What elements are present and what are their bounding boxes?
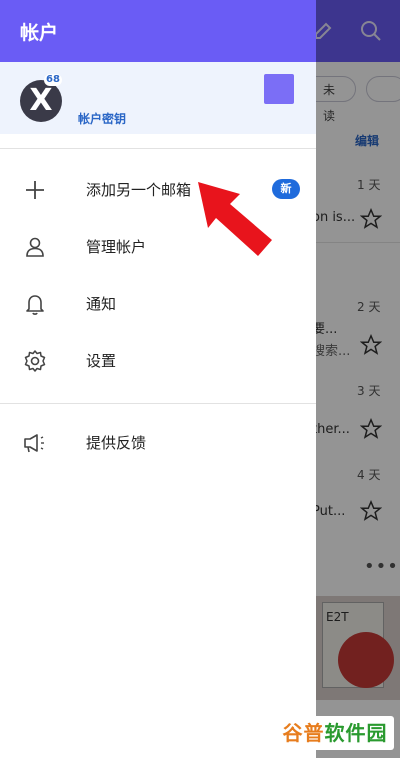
menu-item-label: 设置 xyxy=(86,352,117,370)
red-arrow-icon xyxy=(198,182,272,256)
watermark-part2: 软件园 xyxy=(324,721,388,745)
watermark-logo: 谷普软件园 xyxy=(276,716,394,750)
menu-item-notifications[interactable]: 通知 xyxy=(0,279,316,329)
drawer-title: 帐户 xyxy=(20,22,59,44)
unread-count-badge: 68 xyxy=(44,74,62,86)
plus-icon xyxy=(26,181,44,199)
drawer-header: 帐户 xyxy=(0,0,316,62)
person-icon xyxy=(26,237,44,257)
menu-item-label: 提供反馈 xyxy=(86,434,147,452)
account-color-swatch[interactable] xyxy=(264,74,294,104)
account-key-link[interactable]: 帐户密钥 xyxy=(78,110,126,127)
divider xyxy=(0,403,316,404)
avatar-letter: X xyxy=(29,83,53,118)
menu-item-label: 添加另一个邮箱 xyxy=(86,181,192,199)
watermark-part1: 谷普 xyxy=(282,721,325,745)
menu-item-settings[interactable]: 设置 xyxy=(0,336,316,386)
avatar[interactable]: X xyxy=(20,80,62,122)
divider xyxy=(0,148,316,149)
menu-item-label: 通知 xyxy=(86,295,117,313)
gear-icon xyxy=(24,350,46,372)
menu-item-label: 管理帐户 xyxy=(86,238,147,256)
menu-item-feedback[interactable]: 提供反馈 xyxy=(0,418,316,468)
bell-icon xyxy=(26,295,44,315)
megaphone-icon xyxy=(24,434,44,453)
new-badge: 新 xyxy=(272,179,300,199)
navigation-drawer: 帐户 X 68 帐户密钥 添加另一个邮箱 新 管理帐户 通知 设置 提供反馈 xyxy=(0,0,316,758)
